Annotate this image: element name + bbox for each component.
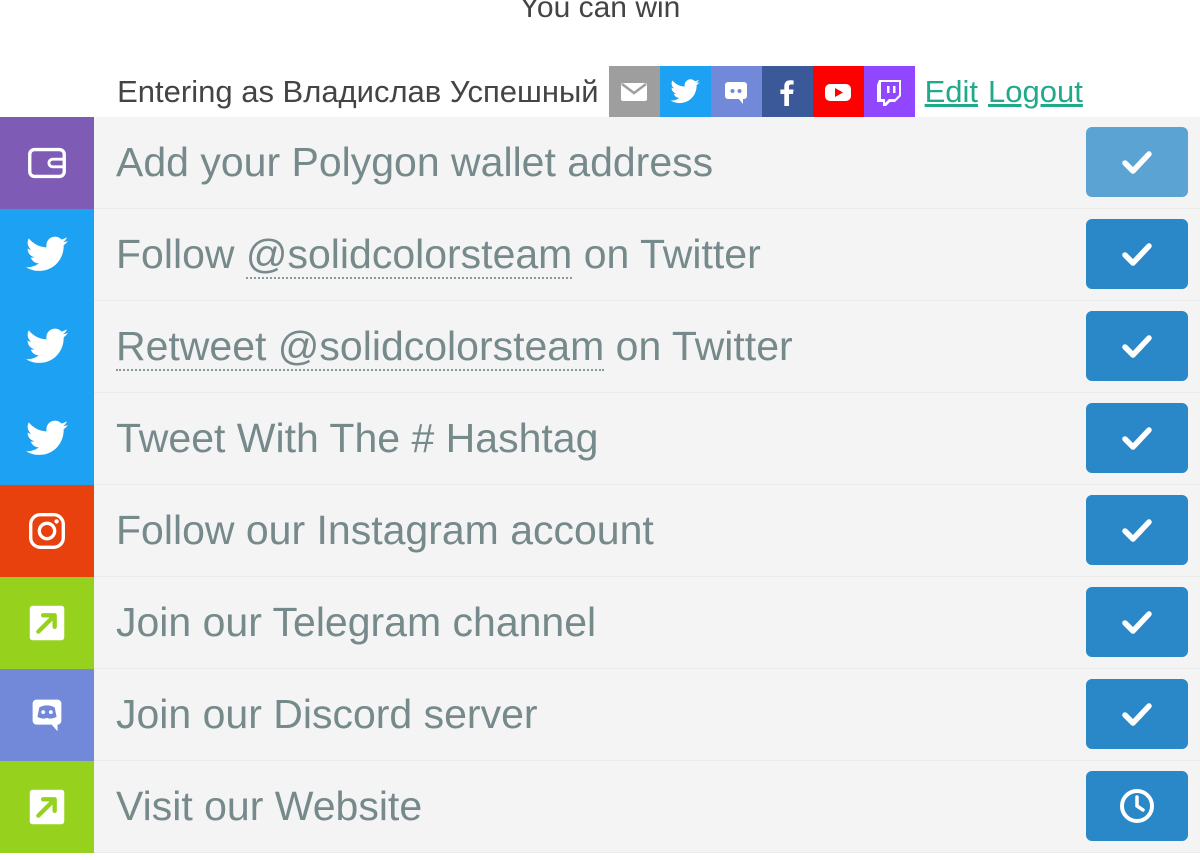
page-title: You can win (519, 0, 681, 24)
entry-icon-box (0, 208, 94, 301)
entry-completed-button[interactable] (1086, 403, 1188, 473)
check-icon (1122, 335, 1152, 358)
entry-label: Join our Telegram channel (116, 599, 597, 645)
retweet-link[interactable]: Retweet @solidcolorsteam (116, 323, 605, 371)
entry-icon-box (0, 300, 94, 393)
entry-follow-twitter[interactable]: Follow @solidcolorsteam on Twitter (0, 208, 1200, 301)
entry-join-telegram[interactable]: Join our Telegram channel (0, 576, 1200, 669)
external-link-icon (29, 605, 65, 640)
check-icon (1122, 151, 1152, 174)
entry-icon-box (0, 668, 94, 761)
entry-completed-button[interactable] (1086, 127, 1188, 197)
entry-icon-box (0, 576, 94, 669)
entry-label: Join our Discord server (116, 691, 538, 737)
check-icon (1122, 427, 1152, 450)
discord-button[interactable] (710, 66, 762, 118)
twitch-icon (877, 80, 902, 106)
facebook-icon (780, 80, 794, 106)
entry-completed-button[interactable] (1086, 679, 1188, 749)
clock-icon (1120, 789, 1154, 823)
facebook-button[interactable] (761, 66, 813, 118)
entry-join-discord[interactable]: Join our Discord server (0, 668, 1200, 761)
entry-label: Retweet @solidcolorsteam on Twitter (116, 323, 793, 371)
entry-completed-button[interactable] (1086, 495, 1188, 565)
entry-polygon-wallet[interactable]: Add your Polygon wallet address (0, 116, 1200, 209)
email-icon (621, 83, 648, 101)
entry-pending-button[interactable] (1086, 771, 1188, 841)
edit-link[interactable]: Edit (925, 74, 978, 110)
entry-icon-box (0, 484, 94, 577)
entry-icon-box (0, 760, 94, 853)
entry-tweet-hashtag[interactable]: Tweet With The # Hashtag (0, 392, 1200, 485)
email-button[interactable] (608, 66, 660, 118)
external-link-icon (29, 789, 65, 824)
social-buttons (608, 66, 915, 118)
twitter-button[interactable] (659, 66, 711, 118)
entry-label: Follow our Instagram account (116, 507, 654, 553)
wallet-icon (28, 147, 66, 178)
twitter-handle-link[interactable]: @solidcolorsteam (245, 231, 573, 279)
discord-icon (725, 82, 748, 104)
entry-label: Follow @solidcolorsteam on Twitter (116, 231, 761, 279)
check-icon (1122, 519, 1152, 542)
entry-icon-box (0, 392, 94, 485)
logout-link[interactable]: Logout (988, 74, 1083, 110)
twitter-icon (25, 420, 69, 455)
entering-as-label: Entering as Владислав Успешный (117, 74, 599, 109)
entry-label: Add your Polygon wallet address (116, 139, 714, 185)
youtube-icon (825, 84, 852, 101)
twitch-button[interactable] (863, 66, 915, 118)
entry-completed-button[interactable] (1086, 587, 1188, 657)
twitter-icon (25, 328, 69, 363)
entry-completed-button[interactable] (1086, 219, 1188, 289)
instagram-icon (29, 512, 65, 549)
entry-visit-website[interactable]: Visit our Website (0, 760, 1200, 853)
twitter-icon (670, 79, 700, 104)
check-icon (1122, 703, 1152, 726)
check-icon (1122, 611, 1152, 634)
entry-label: Visit our Website (116, 783, 423, 829)
entry-icon-box (0, 116, 94, 209)
youtube-button[interactable] (812, 66, 864, 118)
entering-bar: Entering as Владислав Успешный Edit Logo… (0, 66, 1200, 118)
discord-icon (32, 699, 62, 731)
entry-retweet-twitter[interactable]: Retweet @solidcolorsteam on Twitter (0, 300, 1200, 393)
entry-label: Tweet With The # Hashtag (116, 415, 599, 461)
entry-follow-instagram[interactable]: Follow our Instagram account (0, 484, 1200, 577)
entry-completed-button[interactable] (1086, 311, 1188, 381)
twitter-icon (25, 236, 69, 271)
check-icon (1122, 243, 1152, 266)
entry-methods-list: Add your Polygon wallet address Follow @… (0, 116, 1200, 853)
